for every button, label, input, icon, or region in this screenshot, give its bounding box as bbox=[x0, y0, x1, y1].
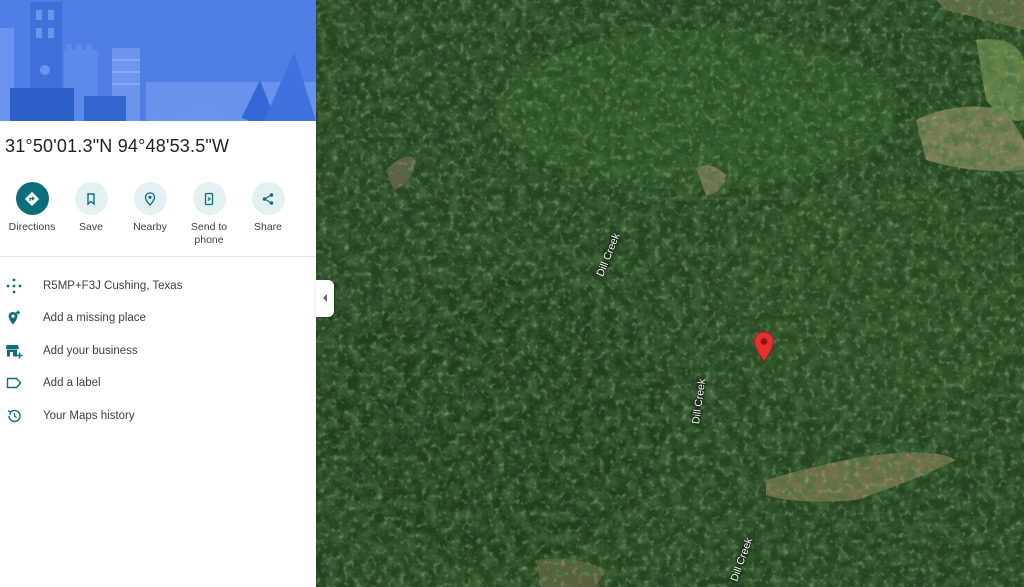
add-business-row[interactable]: Add your business bbox=[0, 336, 316, 366]
satellite-imagery bbox=[316, 0, 1024, 587]
directions-label: Directions bbox=[8, 221, 56, 233]
maps-history-text: Your Maps history bbox=[43, 410, 135, 422]
bookmark-icon bbox=[74, 182, 108, 215]
history-icon bbox=[4, 406, 24, 426]
chevron-left-icon bbox=[321, 290, 329, 308]
share-button[interactable]: Share bbox=[238, 182, 298, 234]
divider bbox=[0, 256, 316, 257]
nearby-icon bbox=[133, 182, 167, 215]
nearby-label: Nearby bbox=[133, 221, 167, 233]
add-label-row[interactable]: Add a label bbox=[0, 368, 316, 398]
add-label-text: Add a label bbox=[43, 377, 101, 389]
action-bar: Directions Save Nearby Send to phone Sha… bbox=[0, 182, 316, 252]
add-missing-place-text: Add a missing place bbox=[43, 312, 146, 324]
coordinates-title: 31°50'01.3"N 94°48'53.5"W bbox=[5, 136, 230, 156]
maps-history-row[interactable]: Your Maps history bbox=[0, 401, 316, 431]
save-button[interactable]: Save bbox=[61, 182, 121, 234]
share-label: Share bbox=[253, 221, 283, 233]
plus-code-text: R5MP+F3J Cushing, Texas bbox=[43, 280, 183, 292]
save-label: Save bbox=[79, 221, 103, 233]
plus-code-icon bbox=[4, 276, 24, 296]
directions-icon bbox=[15, 182, 49, 215]
side-panel: 31°50'01.3"N 94°48'53.5"W Directions Sav… bbox=[0, 0, 316, 587]
send-to-phone-button[interactable]: Send to phone bbox=[179, 182, 239, 247]
label-icon bbox=[4, 373, 24, 393]
send-to-phone-icon bbox=[192, 182, 226, 215]
plus-code-row[interactable]: R5MP+F3J Cushing, Texas bbox=[0, 271, 316, 301]
send-to-phone-label: Send to phone bbox=[190, 221, 228, 246]
directions-button[interactable]: Directions bbox=[2, 182, 62, 234]
add-business-text: Add your business bbox=[43, 345, 138, 357]
collapse-panel-button[interactable] bbox=[316, 280, 334, 317]
add-missing-place-row[interactable]: Add a missing place bbox=[0, 303, 316, 333]
share-icon bbox=[251, 182, 285, 215]
hero-illustration bbox=[0, 0, 316, 121]
add-business-icon bbox=[4, 341, 24, 361]
add-place-icon bbox=[4, 308, 24, 328]
nearby-button[interactable]: Nearby bbox=[120, 182, 180, 234]
satellite-map[interactable]: Dill Creek Dill Creek Dill Creek bbox=[316, 0, 1024, 587]
